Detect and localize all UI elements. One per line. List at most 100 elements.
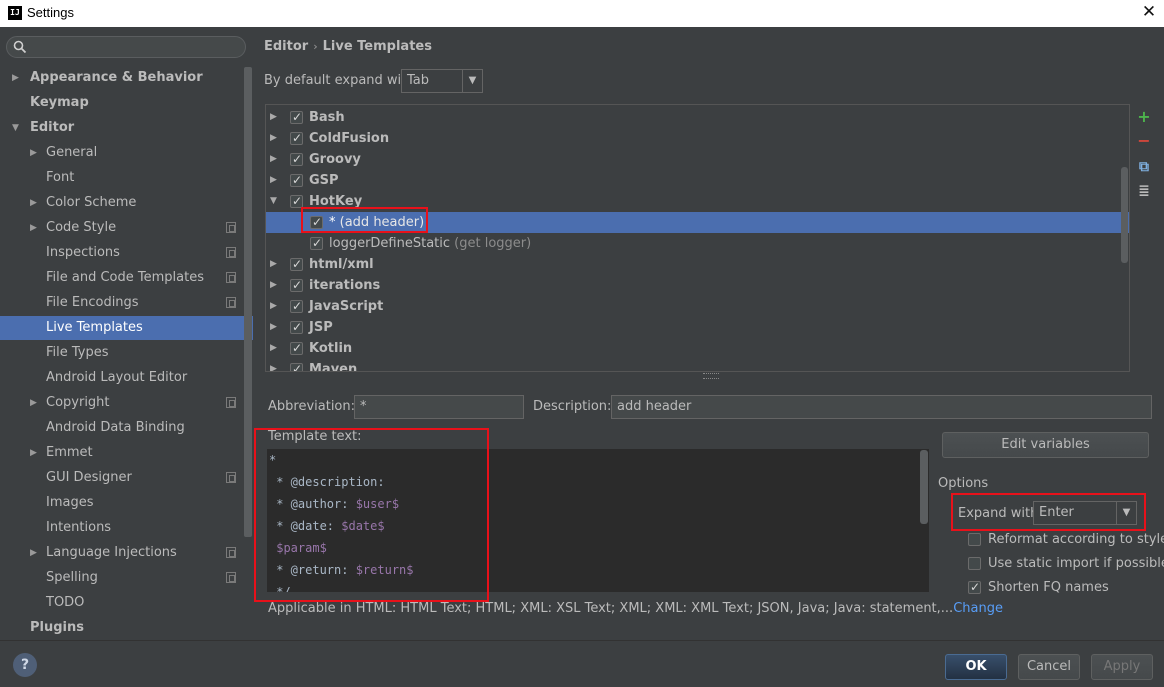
template-group-row[interactable]: ▶ Maven bbox=[266, 359, 1129, 372]
sidebar-item-file-encodings[interactable]: File Encodings bbox=[0, 291, 253, 315]
chevron-right-icon[interactable]: ▶ bbox=[270, 170, 280, 191]
reformat-checkbox[interactable] bbox=[968, 533, 981, 546]
sidebar-item-inspections[interactable]: Inspections bbox=[0, 241, 253, 265]
chevron-right-icon[interactable]: ▶ bbox=[270, 317, 280, 338]
template-group-row[interactable]: ▶ Groovy bbox=[266, 149, 1129, 170]
project-scope-icon bbox=[226, 472, 236, 483]
cancel-button[interactable]: Cancel bbox=[1018, 654, 1080, 680]
sidebar-item-general[interactable]: ▶ General bbox=[0, 141, 253, 165]
template-group-row[interactable]: ▶ iterations bbox=[266, 275, 1129, 296]
template-label: Maven bbox=[309, 362, 358, 372]
title-bar: IJ Settings ✕ bbox=[0, 0, 1164, 27]
chevron-right-icon[interactable]: ▶ bbox=[270, 275, 280, 296]
template-label-group: JavaScript bbox=[309, 296, 383, 317]
template-enabled-checkbox[interactable] bbox=[290, 338, 303, 359]
template-enabled-checkbox[interactable] bbox=[290, 296, 303, 317]
template-group-row[interactable]: ▶ JSP bbox=[266, 317, 1129, 338]
splitter-handle[interactable] bbox=[703, 373, 719, 379]
project-scope-icon bbox=[226, 572, 236, 583]
ok-button[interactable]: OK bbox=[945, 654, 1007, 680]
sidebar-item-android-layout-editor[interactable]: Android Layout Editor bbox=[0, 366, 253, 390]
sidebar-item-font[interactable]: Font bbox=[0, 166, 253, 190]
close-icon[interactable]: ✕ bbox=[1140, 2, 1158, 22]
help-icon[interactable]: ? bbox=[13, 653, 37, 677]
template-enabled-checkbox[interactable] bbox=[290, 107, 303, 128]
sidebar-item-copyright[interactable]: ▶ Copyright bbox=[0, 391, 253, 415]
add-icon[interactable]: + bbox=[1136, 109, 1152, 125]
template-group-row[interactable]: ▶ JavaScript bbox=[266, 296, 1129, 317]
edit-variables-button[interactable]: Edit variables bbox=[942, 432, 1149, 458]
chevron-right-icon[interactable]: ▶ bbox=[270, 149, 280, 170]
sidebar-item-live-templates[interactable]: Live Templates bbox=[0, 316, 253, 340]
template-enabled-checkbox[interactable] bbox=[290, 359, 303, 371]
change-contexts-link[interactable]: Change bbox=[953, 601, 1003, 616]
chevron-right-icon[interactable]: ▶ bbox=[270, 359, 280, 371]
editor-scrollbar[interactable] bbox=[920, 450, 928, 524]
copy-icon[interactable]: ⧉ bbox=[1136, 159, 1152, 175]
template-group-row[interactable]: ▶ GSP bbox=[266, 170, 1129, 191]
chevron-right-icon[interactable]: ▶ bbox=[270, 338, 280, 359]
template-enabled-checkbox[interactable] bbox=[310, 233, 323, 254]
sidebar-item-appearance-behavior[interactable]: ▶ Appearance & Behavior bbox=[0, 66, 253, 90]
template-enabled-checkbox[interactable] bbox=[290, 170, 303, 191]
description-field[interactable]: add header bbox=[611, 395, 1152, 419]
template-group-row[interactable]: ▶ Bash bbox=[266, 107, 1129, 128]
sidebar-item-emmet[interactable]: ▶ Emmet bbox=[0, 441, 253, 465]
chevron-right-icon[interactable]: ▶ bbox=[30, 441, 40, 465]
chevron-right-icon[interactable]: ▶ bbox=[270, 254, 280, 275]
search-input[interactable] bbox=[6, 36, 246, 58]
template-enabled-checkbox[interactable] bbox=[290, 254, 303, 275]
project-scope-icon bbox=[226, 547, 236, 558]
sidebar-item-android-data-binding[interactable]: Android Data Binding bbox=[0, 416, 253, 440]
sidebar-item-plugins[interactable]: Plugins bbox=[0, 616, 253, 640]
sidebar-item-editor[interactable]: ▼ Editor bbox=[0, 116, 253, 140]
sidebar-item-color-scheme[interactable]: ▶ Color Scheme bbox=[0, 191, 253, 215]
template-row[interactable]: loggerDefineStatic (get logger) bbox=[266, 233, 1129, 254]
template-group-row[interactable]: ▶ ColdFusion bbox=[266, 128, 1129, 149]
chevron-down-icon[interactable]: ▼ bbox=[270, 191, 280, 212]
shorten-fq-label: Shorten FQ names bbox=[988, 580, 1109, 595]
sidebar-item-file-and-code-templates[interactable]: File and Code Templates bbox=[0, 266, 253, 290]
chevron-right-icon[interactable]: ▶ bbox=[30, 391, 40, 415]
template-enabled-checkbox[interactable] bbox=[290, 317, 303, 338]
chevron-right-icon[interactable]: ▶ bbox=[270, 296, 280, 317]
chevron-right-icon[interactable]: ▶ bbox=[30, 191, 40, 215]
abbreviation-field[interactable]: * bbox=[354, 395, 524, 419]
template-enabled-checkbox[interactable] bbox=[290, 275, 303, 296]
sidebar-item-code-style[interactable]: ▶ Code Style bbox=[0, 216, 253, 240]
chevron-right-icon[interactable]: ▶ bbox=[270, 107, 280, 128]
chevron-right-icon[interactable]: ▶ bbox=[30, 141, 40, 165]
chevron-right-icon[interactable]: ▶ bbox=[30, 541, 40, 565]
chevron-down-icon[interactable]: ▼ bbox=[12, 116, 22, 140]
chevron-right-icon[interactable]: ▶ bbox=[270, 128, 280, 149]
sidebar-item-label: Font bbox=[46, 170, 75, 185]
sidebar-item-file-types[interactable]: File Types bbox=[0, 341, 253, 365]
template-label-group: ColdFusion bbox=[309, 128, 389, 149]
sidebar-item-todo[interactable]: TODO bbox=[0, 591, 253, 615]
sidebar-item-label: TODO bbox=[46, 595, 85, 610]
shorten-fq-checkbox[interactable] bbox=[968, 577, 981, 597]
static-import-checkbox[interactable] bbox=[968, 557, 981, 570]
sidebar-item-gui-designer[interactable]: GUI Designer bbox=[0, 466, 253, 490]
sidebar-item-spelling[interactable]: Spelling bbox=[0, 566, 253, 590]
template-group-row[interactable]: ▶ html/xml bbox=[266, 254, 1129, 275]
templates-scrollbar[interactable] bbox=[1121, 167, 1128, 263]
template-enabled-checkbox[interactable] bbox=[290, 128, 303, 149]
default-expand-select[interactable]: Tab ▼ bbox=[401, 69, 483, 93]
template-group-row[interactable]: ▶ Kotlin bbox=[266, 338, 1129, 359]
chevron-right-icon[interactable]: ▶ bbox=[12, 66, 22, 90]
sidebar-item-intentions[interactable]: Intentions bbox=[0, 516, 253, 540]
remove-icon[interactable]: − bbox=[1136, 133, 1152, 149]
chevron-right-icon[interactable]: ▶ bbox=[30, 216, 40, 240]
sidebar-item-language-injections[interactable]: ▶ Language Injections bbox=[0, 541, 253, 565]
sidebar-scrollbar[interactable] bbox=[244, 67, 252, 537]
template-enabled-checkbox[interactable] bbox=[290, 149, 303, 170]
abbreviation-label: Abbreviation: bbox=[268, 399, 356, 414]
template-label-group: Maven bbox=[309, 359, 358, 372]
sidebar-item-label: Android Data Binding bbox=[46, 420, 185, 435]
template-text-icon[interactable]: ≣ bbox=[1136, 183, 1152, 199]
apply-button[interactable]: Apply bbox=[1091, 654, 1153, 680]
sidebar-item-keymap[interactable]: Keymap bbox=[0, 91, 253, 115]
sidebar-item-images[interactable]: Images bbox=[0, 491, 253, 515]
breadcrumb-current: Live Templates bbox=[322, 39, 432, 54]
